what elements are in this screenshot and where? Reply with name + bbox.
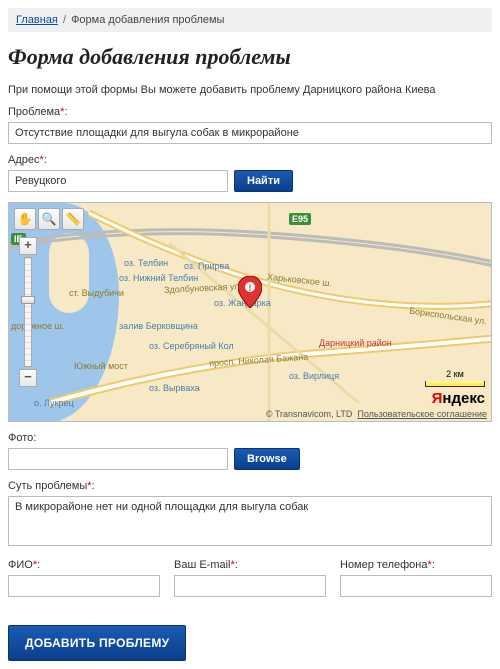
breadcrumb-home-link[interactable]: Главная — [16, 14, 58, 26]
fio-label: ФИО*: — [8, 559, 160, 571]
map-label-lukrets: о. Лукрец — [34, 398, 74, 408]
zoom-slider-track[interactable] — [24, 257, 32, 367]
email-field: Ваш E-mail*: — [174, 559, 326, 597]
address-label: Адрес*: — [8, 154, 492, 166]
map-label-virlitsa: оз. Вирлиця — [289, 371, 339, 381]
map-label-telbin-r: оз. Телбин — [124, 258, 168, 268]
fio-field: ФИО*: — [8, 559, 160, 597]
zoom-slider-thumb[interactable] — [21, 296, 35, 304]
breadcrumb-current: Форма добавления проблемы — [71, 14, 224, 26]
phone-input[interactable] — [340, 575, 492, 597]
breadcrumb: Главная / Форма добавления проблемы — [8, 8, 492, 32]
map-label-vyrvakha: оз. Вырваха — [149, 383, 200, 393]
svg-text:!: ! — [249, 283, 252, 293]
zoom-region-tool-icon[interactable]: 🔍 — [38, 208, 60, 230]
phone-field: Номер телефона*: — [340, 559, 492, 597]
ruler-tool-icon[interactable]: 📏 — [62, 208, 84, 230]
submit-button[interactable]: ДОБАВИТЬ ПРОБЛЕМУ — [8, 625, 186, 661]
zoom-in-button[interactable]: + — [19, 237, 37, 255]
find-button[interactable]: Найти — [234, 170, 293, 192]
page-title: Форма добавления проблемы — [8, 44, 492, 70]
email-label: Ваш E-mail*: — [174, 559, 326, 571]
map-pin-icon: ! — [238, 276, 262, 308]
map-credit: © Transnavicom, LTD Пользовательское сог… — [266, 409, 487, 419]
zoom-control: + − — [19, 237, 37, 387]
description-field: Суть проблемы*: В микрорайоне нет ни одн… — [8, 480, 492, 549]
photo-field: Фото: Browse — [8, 432, 492, 470]
map-label-yuzhny: Южный мост — [74, 361, 128, 371]
intro-text: При помощи этой формы Вы можете добавить… — [8, 84, 492, 96]
problem-input[interactable] — [8, 122, 492, 144]
map-agreement-link[interactable]: Пользовательское соглашение — [357, 409, 487, 419]
photo-label: Фото: — [8, 432, 492, 444]
breadcrumb-sep: / — [63, 14, 66, 26]
address-field: Адрес*: Найти — [8, 154, 492, 192]
map-toolbar: ✋ 🔍 📏 — [14, 208, 84, 230]
map[interactable]: ІБ E95 Харьковское ш. просп. Николая Баж… — [8, 202, 492, 422]
browse-button[interactable]: Browse — [234, 448, 300, 470]
map-label-vydubychi: ст. Выдубичи — [69, 288, 124, 298]
phone-label: Номер телефона*: — [340, 559, 492, 571]
map-label-darnytsia: Дарницкий район — [319, 338, 392, 348]
description-label: Суть проблемы*: — [8, 480, 492, 492]
email-input[interactable] — [174, 575, 326, 597]
problem-field: Проблема*: — [8, 106, 492, 144]
fio-input[interactable] — [8, 575, 160, 597]
address-input[interactable] — [8, 170, 228, 192]
map-label-telbin-n: оз. Нижний Телбин — [119, 273, 198, 283]
photo-input[interactable] — [8, 448, 228, 470]
map-scalebar: 2 км — [425, 369, 485, 387]
map-label-serebr: оз. Серебряный Кол — [149, 341, 234, 351]
problem-label: Проблема*: — [8, 106, 492, 118]
map-label-pryrva: оз. Прирва — [184, 261, 229, 271]
description-textarea[interactable]: В микрорайоне нет ни одной площадки для … — [8, 496, 492, 546]
zoom-out-button[interactable]: − — [19, 369, 37, 387]
pan-tool-icon[interactable]: ✋ — [14, 208, 36, 230]
map-label-e95: E95 — [289, 213, 311, 225]
yandex-logo: Яндекс — [432, 390, 485, 407]
map-label-berkov: залив Берковщина — [119, 321, 198, 331]
